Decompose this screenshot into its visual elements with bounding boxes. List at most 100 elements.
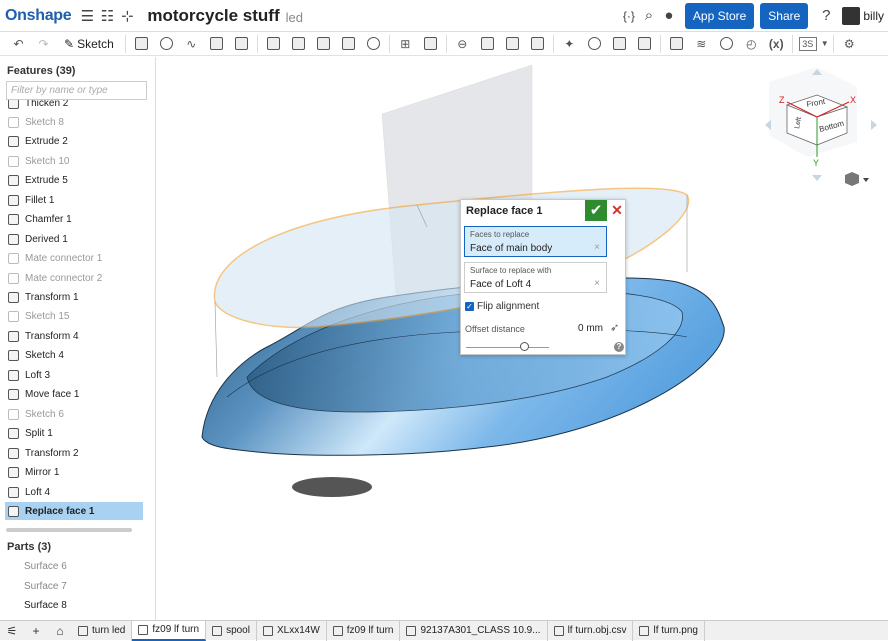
feature-item[interactable]: Move face 1 bbox=[5, 386, 143, 404]
add-tab-icon[interactable]: + bbox=[24, 624, 48, 638]
replace-face-icon[interactable] bbox=[607, 34, 632, 54]
split-icon[interactable] bbox=[475, 34, 500, 54]
view-3s-icon[interactable]: 3S bbox=[798, 36, 817, 51]
view-cube[interactable]: Front Left Bottom Z X Y bbox=[765, 67, 877, 181]
document-tab[interactable]: lf turn.png bbox=[633, 620, 705, 641]
feature-label: Loft 3 bbox=[25, 369, 51, 381]
axis-x-label: X bbox=[850, 95, 856, 105]
versions-icon[interactable]: {·} bbox=[619, 9, 639, 23]
revolve-icon[interactable] bbox=[154, 34, 179, 54]
delete-face-icon[interactable] bbox=[582, 34, 607, 54]
feature-item[interactable]: Derived 1 bbox=[5, 230, 143, 248]
clear-surface-icon[interactable]: × bbox=[594, 278, 600, 289]
document-tab[interactable]: fz09 lf turn bbox=[327, 620, 401, 641]
offset-slider-track[interactable] bbox=[466, 347, 549, 348]
document-tab[interactable]: fz09 lf turn bbox=[132, 620, 207, 641]
document-tab[interactable]: XLxx14W bbox=[257, 620, 327, 641]
surface-to-replace-field[interactable]: Surface to replace with Face of Loft 4 × bbox=[464, 262, 607, 293]
feature-item[interactable]: Thicken 2 bbox=[5, 100, 143, 112]
cancel-button[interactable]: ✕ bbox=[608, 200, 626, 221]
offset-distance-input[interactable]: 0 mm bbox=[578, 323, 603, 334]
mirror-icon[interactable] bbox=[418, 34, 443, 54]
feature-item[interactable]: Extrude 5 bbox=[5, 172, 143, 190]
flip-alignment-label[interactable]: Flip alignment bbox=[477, 301, 539, 312]
workspace-name[interactable]: led bbox=[286, 10, 303, 25]
tab-manager-icon[interactable]: ⚟ bbox=[0, 624, 24, 638]
insert-icon[interactable]: ⊹ bbox=[117, 7, 137, 25]
menu-icon[interactable]: ☰ bbox=[77, 7, 97, 25]
custom-features-icon[interactable]: ⚙ bbox=[837, 34, 862, 54]
onshape-logo[interactable]: Onshape bbox=[5, 7, 72, 25]
feature-item[interactable]: Mate connector 1 bbox=[5, 250, 143, 268]
feature-item[interactable]: Sketch 6 bbox=[5, 405, 143, 423]
move-face-icon[interactable]: ✦ bbox=[557, 34, 582, 54]
chamfer-icon[interactable] bbox=[286, 34, 311, 54]
extrude-icon[interactable] bbox=[129, 34, 154, 54]
part-item[interactable]: Surface 7 bbox=[24, 581, 67, 592]
feature-list-icon[interactable]: ☷ bbox=[97, 7, 117, 25]
feature-item[interactable]: Sketch 4 bbox=[5, 347, 143, 365]
pattern-icon[interactable]: ⊞ bbox=[393, 34, 418, 54]
feature-list-scrollbar[interactable] bbox=[6, 528, 132, 532]
draft-icon[interactable] bbox=[311, 34, 336, 54]
help-icon[interactable]: ? bbox=[614, 342, 624, 352]
feature-item[interactable]: Fillet 1 bbox=[5, 191, 143, 209]
measure-icon[interactable]: ◴ bbox=[739, 34, 764, 54]
loft-icon[interactable] bbox=[204, 34, 229, 54]
comments-icon[interactable]: ● bbox=[659, 7, 679, 24]
offset-direction-icon[interactable]: ➶ bbox=[610, 321, 622, 334]
feature-item[interactable]: Mirror 1 bbox=[5, 464, 143, 482]
feature-item[interactable]: Chamfer 1 bbox=[5, 211, 143, 229]
sweep-icon[interactable]: ∿ bbox=[179, 34, 204, 54]
offset-slider-knob[interactable] bbox=[520, 342, 529, 351]
share-button[interactable]: Share bbox=[760, 2, 809, 29]
flip-alignment-checkbox[interactable]: ✓ bbox=[465, 302, 474, 311]
part-item[interactable]: Surface 6 bbox=[24, 561, 67, 572]
offset-surface-icon[interactable] bbox=[632, 34, 657, 54]
redo-icon[interactable]: ↷ bbox=[31, 34, 56, 54]
document-tab[interactable]: spool bbox=[206, 620, 257, 641]
feature-item[interactable]: Extrude 2 bbox=[5, 133, 143, 151]
variable-icon[interactable]: (x) bbox=[764, 34, 789, 54]
part-item[interactable]: Surface 8 bbox=[24, 600, 67, 611]
chevron-down-icon[interactable]: ▼ bbox=[820, 34, 830, 54]
faces-to-replace-field[interactable]: Faces to replace Face of main body × bbox=[464, 226, 607, 257]
user-menu[interactable]: billy bbox=[842, 6, 884, 25]
feature-item[interactable]: Split 1 bbox=[5, 425, 143, 443]
document-tab[interactable]: lf turn.obj.csv bbox=[548, 620, 634, 641]
feature-list[interactable]: Thicken 2 Sketch 8 Extrude 2 Sketch 10 Extru… bbox=[0, 100, 155, 532]
document-tab[interactable]: 92137A301_CLASS 10.9... bbox=[400, 620, 548, 641]
home-icon[interactable]: ⌂ bbox=[48, 624, 72, 638]
feature-filter-input[interactable]: Filter by name or type bbox=[6, 81, 147, 100]
feature-item[interactable]: Loft 3 bbox=[5, 366, 143, 384]
mate-connector-icon[interactable] bbox=[714, 34, 739, 54]
accept-button[interactable]: ✔ bbox=[585, 200, 607, 221]
feature-item[interactable]: Sketch 10 bbox=[5, 152, 143, 170]
document-title[interactable]: motorcycle stuff bbox=[147, 6, 279, 26]
feature-item[interactable]: Transform 1 bbox=[5, 289, 143, 307]
feature-item[interactable]: Replace face 1 bbox=[5, 502, 143, 521]
app-store-button[interactable]: App Store bbox=[684, 2, 755, 29]
helix-icon[interactable]: ≋ bbox=[689, 34, 714, 54]
document-tab[interactable]: turn led bbox=[72, 620, 133, 641]
feature-item[interactable]: Transform 2 bbox=[5, 444, 143, 462]
render-mode-button[interactable] bbox=[845, 172, 869, 186]
plane-icon[interactable] bbox=[664, 34, 689, 54]
feature-item[interactable]: Sketch 15 bbox=[5, 308, 143, 326]
fillet-icon[interactable] bbox=[261, 34, 286, 54]
feature-item[interactable]: Sketch 8 bbox=[5, 113, 143, 131]
feature-item[interactable]: Transform 4 bbox=[5, 327, 143, 345]
undo-icon[interactable]: ↶ bbox=[6, 34, 31, 54]
shell-icon[interactable] bbox=[336, 34, 361, 54]
help-icon[interactable]: ? bbox=[816, 7, 836, 24]
hole-icon[interactable] bbox=[361, 34, 386, 54]
feature-item[interactable]: Mate connector 2 bbox=[5, 269, 143, 287]
transform-icon[interactable] bbox=[500, 34, 525, 54]
feature-item[interactable]: Loft 4 bbox=[5, 483, 143, 501]
boolean-icon[interactable]: ⊖ bbox=[450, 34, 475, 54]
search-icon[interactable]: ⌕ bbox=[639, 7, 659, 24]
delete-part-icon[interactable] bbox=[525, 34, 550, 54]
clear-faces-icon[interactable]: × bbox=[594, 242, 600, 253]
thicken-icon[interactable] bbox=[229, 34, 254, 54]
sketch-button[interactable]: ✎ Sketch bbox=[56, 37, 122, 51]
